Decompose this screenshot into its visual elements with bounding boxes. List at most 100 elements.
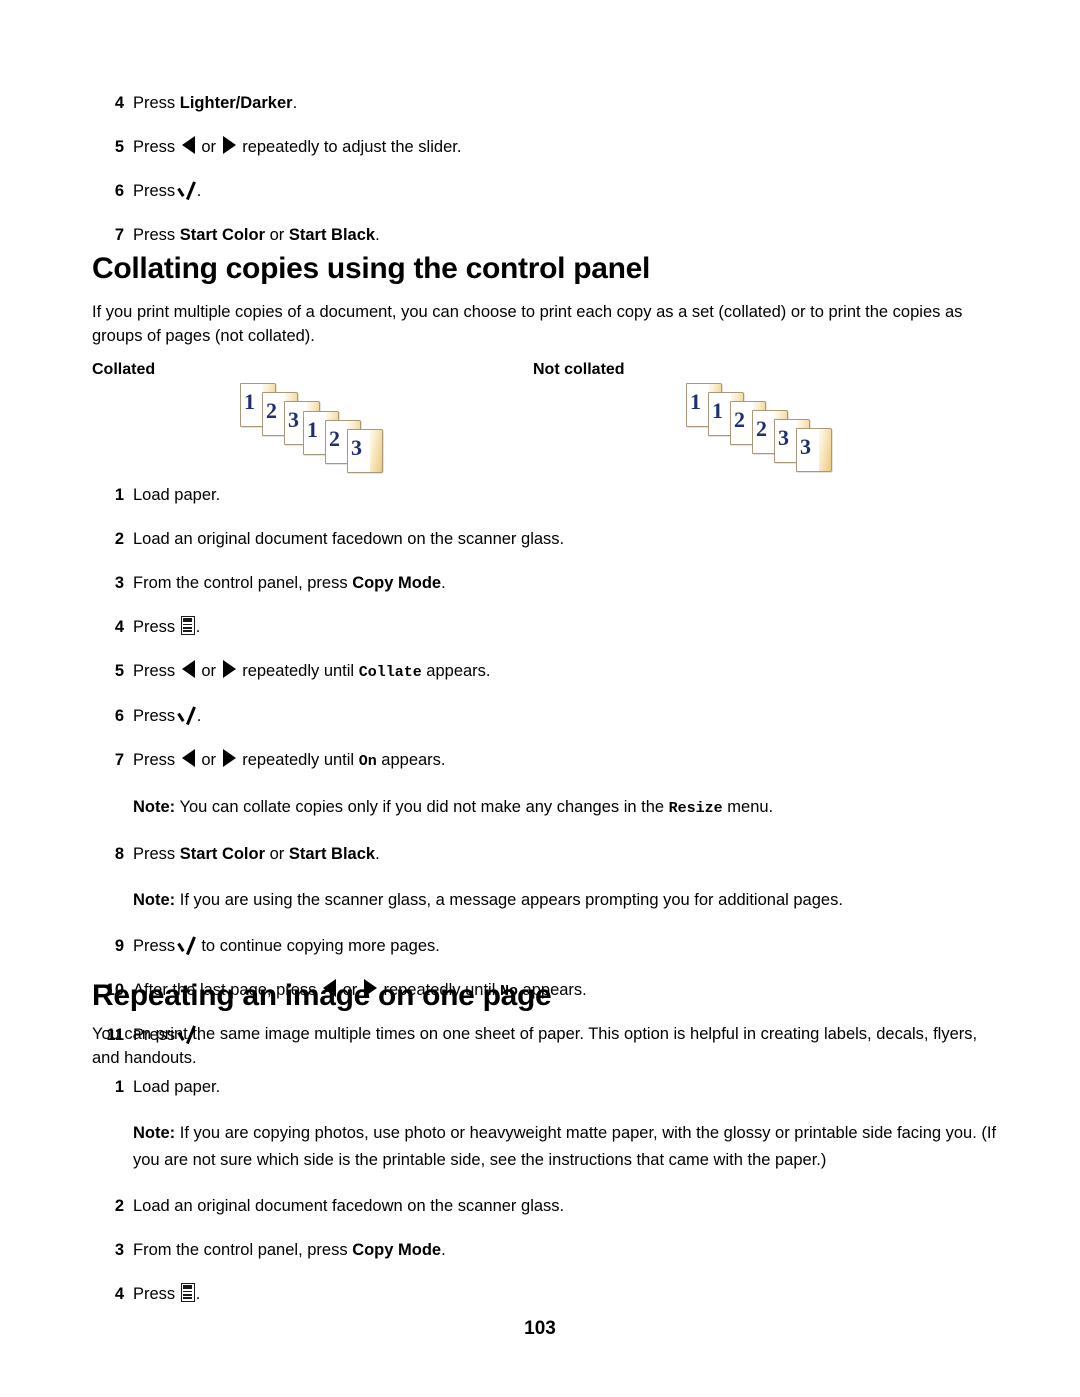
step-text: Press .: [133, 181, 202, 200]
document-page: 4 Press Lighter/Darker. 5 Press or repeated…: [0, 0, 1080, 1397]
step-number: 4: [114, 1285, 124, 1303]
emphasis-text: Copy Mode: [352, 574, 442, 592]
step-text: Press or repeatedly until On appears.: [133, 749, 446, 770]
step-list-lighter-darker: 4 Press Lighter/Darker. 5 Press or repeated…: [92, 92, 1002, 268]
note-text: Note: If you are using the scanner glass…: [133, 891, 843, 909]
display-literal: On: [358, 753, 377, 770]
step-number: 1: [114, 1078, 124, 1096]
step-number: 5: [114, 138, 124, 156]
page-sheet-number: 2: [266, 398, 277, 423]
emphasis-text: Copy Mode: [352, 1241, 442, 1259]
step-text: Press Start Color or Start Black.: [133, 845, 380, 863]
step-number: 9: [114, 937, 124, 955]
list-item: 5 Press or repeatedly until Collate appea…: [92, 660, 1002, 684]
not-collated-page-stack: 112233: [686, 383, 986, 473]
page-sheet: 3: [796, 428, 832, 472]
emphasis-text: Start Color: [179, 226, 266, 244]
step-number: 2: [114, 1197, 124, 1215]
note-indent: [92, 794, 133, 822]
step-text: Press .: [133, 707, 202, 725]
step-text: Press .: [133, 1283, 201, 1303]
step-number: 7: [114, 751, 124, 769]
list-item: 6 Press .: [92, 180, 1002, 203]
section-heading-repeating: Repeating an image on one page: [92, 979, 552, 1012]
note-block: Note: You can collate copies only if you…: [92, 794, 1002, 822]
step-text: Load an original document facedown on th…: [133, 1197, 565, 1215]
list-item: 4 Press .: [92, 616, 1002, 639]
list-item: 8 Press Start Color or Start Black.: [92, 843, 1002, 866]
page-sheet-number: 1: [307, 417, 318, 442]
step-number: 3: [114, 1241, 124, 1259]
list-item: 5 Press or repeatedly to adjust the slide…: [92, 136, 1002, 159]
list-item: 7 Press Start Color or Start Black.: [92, 224, 1002, 247]
arrow-right-icon: [222, 136, 236, 154]
list-item: 7 Press or repeatedly until On appears.: [92, 749, 1002, 773]
step-number: 6: [114, 707, 124, 725]
page-sheet-number: 3: [288, 407, 299, 432]
list-item: 1 Load paper.: [92, 1076, 1002, 1099]
step-text: Press to continue copying more pages.: [133, 936, 440, 955]
page-sheet-number: 3: [800, 434, 811, 459]
list-item: 2 Load an original document facedown on t…: [92, 528, 1002, 551]
display-literal: Collate: [358, 664, 422, 681]
emphasis-text: Start Black: [288, 226, 376, 244]
step-number: 6: [114, 182, 124, 200]
emphasis-text: Lighter/Darker: [179, 94, 293, 112]
step-text: Load paper.: [133, 1078, 221, 1096]
note-block: Note: If you are copying photos, use pho…: [92, 1120, 1002, 1174]
step-text: Press .: [133, 616, 201, 636]
step-number: 7: [114, 226, 124, 244]
check-icon: [181, 936, 196, 954]
step-list-repeating: 1 Load paper. Note: If you are copying pho…: [92, 1076, 1002, 1327]
menu-icon: [180, 1283, 195, 1302]
page-number: 103: [524, 1318, 556, 1339]
step-text: Press Lighter/Darker.: [133, 94, 298, 112]
collate-figure: 123123 112233: [92, 383, 1002, 478]
arrow-left-icon: [181, 749, 195, 767]
step-text: Press Start Color or Start Black.: [133, 226, 380, 244]
figure-label-not-collated: Not collated: [533, 361, 625, 378]
list-item: 4 Press Lighter/Darker.: [92, 92, 1002, 115]
page-sheet: 3: [347, 429, 383, 473]
note-indent: [92, 887, 133, 914]
page-sheet-number: 3: [351, 435, 362, 460]
section-heading-collating: Collating copies using the control panel: [92, 252, 651, 285]
page-sheet-number: 2: [329, 426, 340, 451]
step-number: 3: [114, 574, 124, 592]
step-number: 1: [114, 486, 124, 504]
arrow-right-icon: [222, 749, 236, 767]
emphasis-text: Start Color: [179, 845, 266, 863]
note-block: Note: If you are using the scanner glass…: [92, 887, 1002, 914]
list-item: 3 From the control panel, press Copy Mode…: [92, 1239, 1002, 1262]
page-sheet-number: 1: [712, 398, 723, 423]
arrow-left-icon: [181, 660, 195, 678]
list-item: 1 Load paper.: [92, 484, 1002, 507]
page-sheet-number: 2: [756, 416, 767, 441]
section-intro-repeating: You can print the same image multiple ti…: [92, 1025, 978, 1067]
emphasis-text: Start Black: [288, 845, 376, 863]
step-number: 2: [114, 530, 124, 548]
note-indent: [92, 1120, 133, 1174]
check-icon: [181, 181, 196, 199]
list-item: 3 From the control panel, press Copy Mode…: [92, 572, 1002, 595]
page-sheet-number: 1: [244, 389, 255, 414]
emphasis-text: Note:: [133, 891, 176, 909]
step-text: From the control panel, press Copy Mode.: [133, 574, 446, 592]
list-item: 6 Press .: [92, 705, 1002, 728]
section-intro-collating: If you print multiple copies of a docume…: [92, 303, 963, 345]
step-number: 8: [114, 845, 124, 863]
display-literal: Resize: [668, 800, 723, 817]
step-number: 4: [114, 94, 124, 112]
collated-page-stack: 123123: [240, 383, 540, 473]
arrow-left-icon: [181, 136, 195, 154]
step-text: Load an original document facedown on th…: [133, 530, 565, 548]
note-text: Note: If you are copying photos, use pho…: [133, 1124, 997, 1169]
emphasis-text: Note:: [133, 798, 176, 816]
step-number: 4: [114, 618, 124, 636]
list-item: 4 Press .: [92, 1283, 1002, 1306]
note-text: Note: You can collate copies only if you…: [133, 798, 774, 817]
page-sheet-number: 1: [690, 389, 701, 414]
arrow-right-icon: [222, 660, 236, 678]
menu-icon: [180, 616, 195, 635]
step-text: Press or repeatedly until Collate appear…: [133, 660, 491, 681]
